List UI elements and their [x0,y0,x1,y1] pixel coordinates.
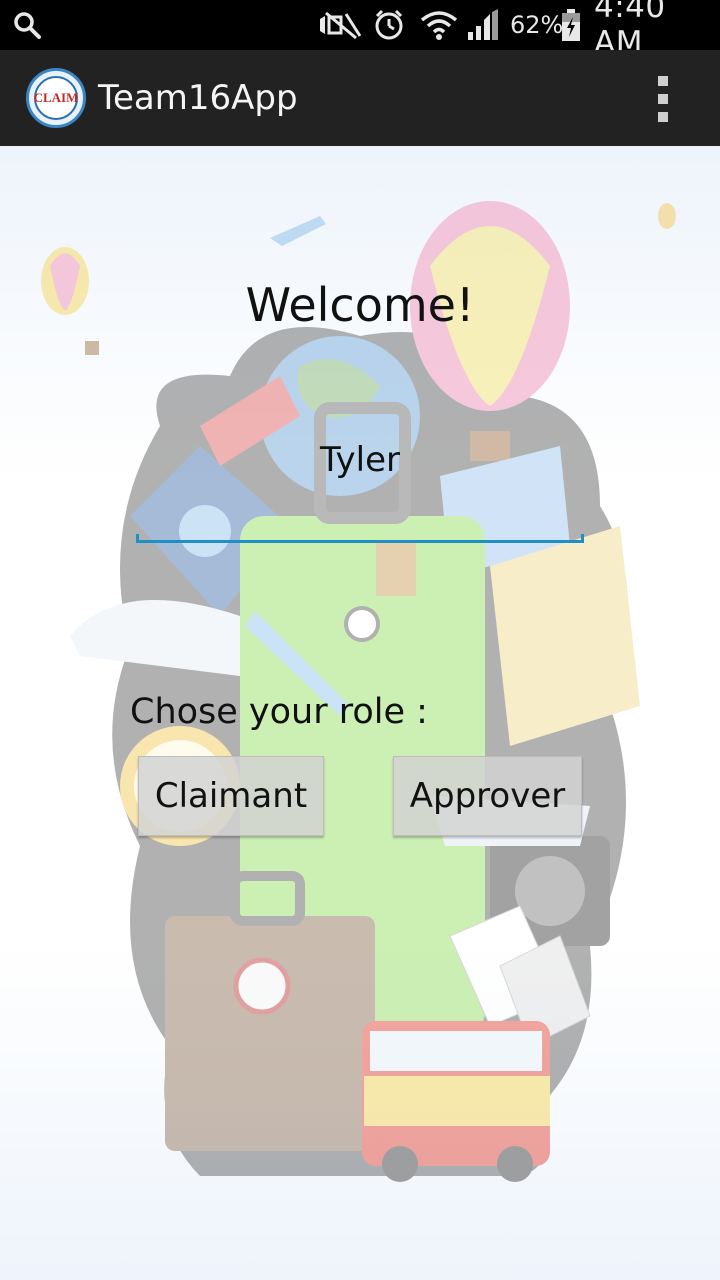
alarm-icon [372,0,406,50]
app-title: Team16App [98,78,298,118]
status-bar: 62% 4:40 AM [0,0,720,61]
overflow-menu-icon[interactable] [646,76,680,122]
wifi-icon [420,0,458,50]
main-content: Welcome! Chose your role : Claimant Appr… [0,146,720,1280]
app-logo-text: CLAIM [33,90,79,105]
battery-percent: 62% [510,11,564,39]
approver-button[interactable]: Approver [393,756,582,836]
battery-icon [560,0,582,50]
role-label: Chose your role : [130,692,428,732]
app-logo-icon[interactable]: CLAIM [26,68,86,128]
signal-icon [466,0,500,50]
claimant-button[interactable]: Claimant [138,756,324,836]
app-logo-badge: CLAIM [34,76,78,120]
name-field-container [136,432,584,492]
mute-icon [316,0,364,50]
status-time: 4:40 AM [594,0,666,61]
welcome-heading: Welcome! [245,278,475,332]
search-icon[interactable] [12,0,42,50]
name-input-underline [136,534,584,543]
action-bar: CLAIM Team16App [0,50,720,146]
name-input[interactable] [136,432,584,488]
